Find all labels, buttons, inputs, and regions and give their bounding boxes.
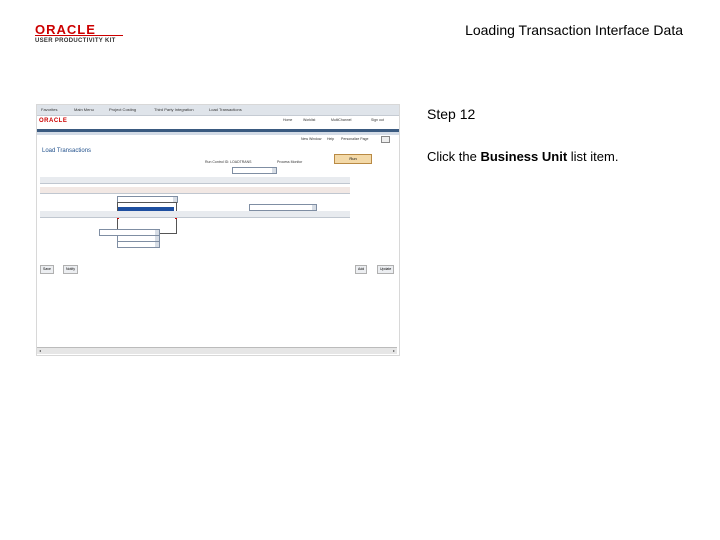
instruction-prefix: Click the: [427, 149, 481, 164]
process-monitor-link[interactable]: Process Monitor: [277, 160, 302, 164]
new-window-link[interactable]: New Window: [301, 137, 321, 141]
request-select[interactable]: [232, 167, 277, 174]
scroll-left-icon[interactable]: ◂: [37, 348, 43, 354]
screenshot-menubar: Favorites Main Menu Project Costing Thir…: [37, 105, 399, 116]
logo-subtitle: USER PRODUCTIVITY KIT: [35, 38, 116, 44]
notify-button[interactable]: Notify: [63, 265, 78, 274]
customize-button[interactable]: [381, 136, 390, 143]
nav-worklist[interactable]: Worklist: [303, 118, 315, 122]
menu-item[interactable]: Favorites: [41, 107, 57, 112]
screenshot-brand: ORACLE: [39, 118, 68, 124]
menu-item[interactable]: Third Party Integration: [154, 107, 194, 112]
update-button[interactable]: Update: [377, 265, 395, 274]
logo-divider: [35, 35, 123, 36]
section-bar-2: [40, 211, 350, 218]
interface-line-select[interactable]: [117, 241, 160, 248]
dropdown-option[interactable]: [119, 218, 175, 222]
step-instruction: Click the Business Unit list item.: [427, 149, 618, 164]
menu-item[interactable]: Main Menu: [74, 107, 94, 112]
help-link[interactable]: Help: [327, 137, 334, 141]
save-button[interactable]: Save: [40, 265, 54, 274]
horizontal-scrollbar[interactable]: ◂ ▸: [37, 347, 397, 354]
header-bar-light: [37, 132, 399, 135]
run-button[interactable]: Run: [334, 154, 372, 164]
oracle-upk-logo: ORACLE USER PRODUCTIVITY KIT: [35, 22, 125, 48]
section-header: [40, 177, 350, 184]
menu-item[interactable]: Project Costing: [109, 107, 136, 112]
personalize-link[interactable]: Personalize Page: [341, 137, 368, 141]
page-title: Load Transactions: [42, 148, 92, 154]
dropdown-option[interactable]: [119, 223, 175, 227]
add-button[interactable]: Add: [355, 265, 368, 274]
instruction-target: Business Unit: [480, 149, 568, 164]
document-title: Loading Transaction Interface Data: [465, 22, 683, 38]
nav-multichannel[interactable]: MultiChannel: [331, 118, 351, 122]
application-screenshot: Favorites Main Menu Project Costing Thir…: [36, 104, 400, 356]
step-label: Step 12: [427, 106, 476, 122]
instruction-suffix: list item.: [567, 149, 619, 164]
section-bar: [40, 187, 350, 194]
run-control-id: Run Control ID: LOADTRANS: [205, 160, 252, 164]
field-options-select[interactable]: [249, 204, 317, 211]
menu-item[interactable]: Load Transactions: [209, 107, 242, 112]
nav-signout[interactable]: Sign out: [371, 118, 384, 122]
scroll-right-icon[interactable]: ▸: [391, 348, 397, 354]
nav-home[interactable]: Home: [283, 118, 292, 122]
